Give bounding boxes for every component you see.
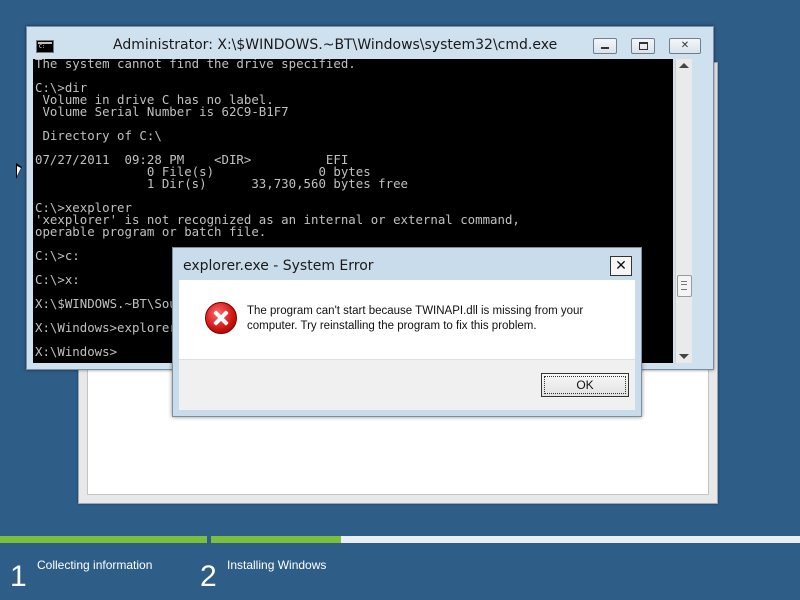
mouse-cursor-icon [16, 163, 22, 179]
scroll-down-icon[interactable] [679, 354, 689, 359]
progress-track-step-1 [0, 536, 207, 543]
ok-button[interactable]: OK [541, 373, 629, 397]
step-label: Installing Windows [227, 558, 327, 572]
cmd-titlebar[interactable]: Administrator: X:\$WINDOWS.~BT\Windows\s… [27, 27, 713, 59]
console-scrollbar[interactable] [675, 59, 692, 363]
error-dialog: explorer.exe - System Error ✕ The progra… [172, 247, 642, 417]
dialog-body: The program can't start because TWINAPI.… [179, 280, 635, 410]
error-icon [205, 302, 237, 334]
dialog-footer: OK [179, 359, 635, 410]
cmd-icon[interactable] [36, 40, 54, 53]
step-number: 2 [200, 560, 217, 593]
close-icon: ✕ [680, 40, 690, 51]
scroll-thumb[interactable] [677, 275, 692, 297]
dialog-close-button[interactable]: ✕ [610, 256, 632, 276]
scroll-up-icon[interactable] [679, 63, 689, 68]
maximize-button[interactable] [631, 38, 655, 54]
error-message: The program can't start because TWINAPI.… [247, 305, 584, 332]
progress-fill-step-2 [211, 536, 341, 543]
cmd-window-title: Administrator: X:\$WINDOWS.~BT\Windows\s… [113, 37, 558, 53]
close-button[interactable]: ✕ [669, 38, 701, 54]
minimize-button[interactable] [593, 38, 617, 54]
step-label: Collecting information [37, 558, 153, 572]
dialog-title: explorer.exe - System Error [183, 258, 374, 274]
step-number: 1 [10, 560, 27, 593]
progress-track-step-2 [211, 536, 800, 543]
progress-fill-step-1 [0, 536, 207, 543]
